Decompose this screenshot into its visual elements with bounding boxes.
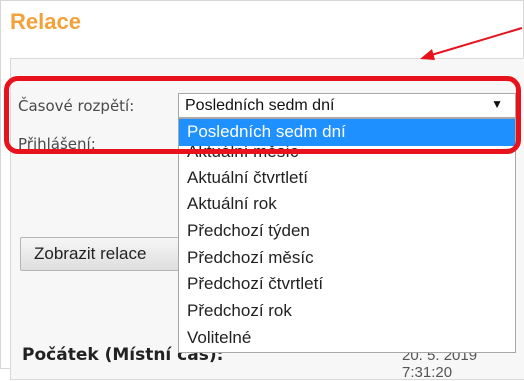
option-current-month[interactable]: Aktuální měsíc bbox=[179, 146, 515, 165]
option-previous-quarter[interactable]: Předchozí čtvrtletí bbox=[179, 271, 515, 298]
option-previous-year[interactable]: Předchozí rok bbox=[179, 298, 515, 325]
option-previous-month[interactable]: Předchozí měsíc bbox=[179, 245, 515, 272]
time-range-options-list: Posledních sedm dní Aktuální měsíc Aktuá… bbox=[178, 118, 516, 353]
option-previous-week[interactable]: Předchozí týden bbox=[179, 218, 515, 245]
option-last-seven-days[interactable]: Posledních sedm dní bbox=[179, 119, 515, 146]
section-title: Relace bbox=[10, 9, 81, 34]
time-range-label: Časové rozpětí: bbox=[18, 97, 135, 115]
dropdown-arrow-icon[interactable]: ▼ bbox=[491, 97, 503, 111]
login-label: Přihlášení: bbox=[18, 135, 96, 153]
show-sessions-button[interactable]: Zobrazit relace bbox=[20, 237, 182, 271]
option-current-quarter[interactable]: Aktuální čtvrtletí bbox=[179, 165, 515, 192]
option-custom[interactable]: Volitelné bbox=[179, 325, 515, 352]
option-current-year[interactable]: Aktuální rok bbox=[179, 191, 515, 218]
time-range-select[interactable]: Posledních sedm dní ▼ bbox=[178, 93, 516, 118]
time-range-selected-value: Posledních sedm dní bbox=[185, 97, 335, 114]
